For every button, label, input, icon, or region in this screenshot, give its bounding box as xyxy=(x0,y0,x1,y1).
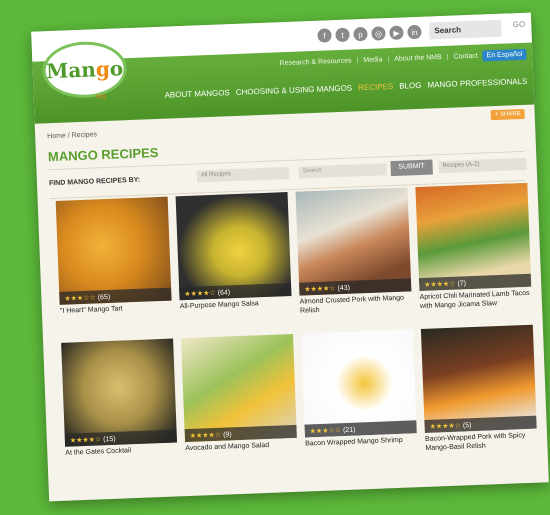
recipe-grid: ★★★☆☆ (65) "I Heart" Mango Tart ★★★★☆ (6… xyxy=(55,182,538,467)
nav-contact[interactable]: Contact xyxy=(453,53,477,61)
recipe-search-input[interactable]: Search xyxy=(298,163,387,179)
share-button[interactable]: + SHARE xyxy=(490,108,525,121)
instagram-icon[interactable]: ◎ xyxy=(371,26,386,41)
recipe-title[interactable]: "I Heart" Mango Tart xyxy=(60,303,172,316)
search-input[interactable]: Search xyxy=(429,19,502,40)
main-nav: ABOUT MANGOS CHOOSING & USING MANGOS REC… xyxy=(164,77,527,100)
sort-select[interactable]: Recipes (A-Z) xyxy=(438,157,527,174)
filter-label: FIND MANGO RECIPES BY: xyxy=(48,176,141,188)
nav-mango-professionals[interactable]: MANGO PROFESSIONALS xyxy=(427,77,527,90)
category-select[interactable]: All Recipes xyxy=(196,166,290,183)
recipe-title[interactable]: Avocado and Mango Salad xyxy=(185,440,297,453)
recipe-card[interactable]: ★★★★☆ (43) Almond Crusted Pork with Mang… xyxy=(295,187,412,315)
espanol-button[interactable]: En Español xyxy=(482,48,527,62)
recipe-photo[interactable]: ★★★★☆ (9) xyxy=(181,333,297,443)
recipe-photo[interactable]: ★★★★☆ (7) xyxy=(415,182,532,292)
social-icons: f t p ◎ ▶ in xyxy=(317,24,422,43)
recipe-title[interactable]: Almond Crusted Pork with Mango Relish xyxy=(300,293,413,315)
search-go-button[interactable]: GO xyxy=(513,20,526,29)
logo-suffix: .org xyxy=(93,92,106,101)
logo-text: Mango xyxy=(45,56,124,84)
recipe-title[interactable]: Apricot Chili Marinated Lamb Tacos with … xyxy=(419,289,532,311)
recipe-card[interactable]: ★★★★☆ (7) Apricot Chili Marinated Lamb T… xyxy=(415,182,532,311)
recipe-card[interactable]: ★★★★☆ (5) Bacon-Wrapped Pork with Spicy … xyxy=(420,324,538,453)
submit-button[interactable]: SUBMIT xyxy=(390,159,433,177)
recipe-photo[interactable]: ★★★☆☆ (21) xyxy=(300,329,417,438)
recipe-photo[interactable]: ★★★★☆ (43) xyxy=(295,187,412,296)
recipe-photo[interactable]: ★★★★☆ (5) xyxy=(420,324,537,433)
nav-about-nmb[interactable]: About the NMB xyxy=(394,54,442,63)
twitter-icon[interactable]: t xyxy=(335,27,350,43)
recipe-card[interactable]: ★★★★☆ (15) At the Gates Cocktail xyxy=(61,338,178,467)
nav-recipes[interactable]: RECIPES xyxy=(358,82,393,92)
recipe-title[interactable]: All-Purpose Mango Salsa xyxy=(180,298,292,311)
pinterest-icon[interactable]: p xyxy=(353,26,368,42)
recipe-title[interactable]: At the Gates Cocktail xyxy=(65,444,177,457)
nav-research[interactable]: Research & Resources xyxy=(279,57,351,67)
breadcrumb[interactable]: Home / Recipes xyxy=(47,131,97,140)
facebook-icon[interactable]: f xyxy=(317,28,332,43)
recipe-card[interactable]: ★★★★☆ (9) Avocado and Mango Salad xyxy=(181,333,298,462)
recipe-photo[interactable]: ★★★★☆ (15) xyxy=(61,338,178,447)
nav-choosing-using[interactable]: CHOOSING & USING MANGOS xyxy=(236,83,353,96)
recipe-photo[interactable]: ★★★★☆ (64) xyxy=(175,192,292,301)
recipe-card[interactable]: ★★★☆☆ (65) "I Heart" Mango Tart xyxy=(55,196,173,325)
nav-about-mangos[interactable]: ABOUT MANGOS xyxy=(164,88,230,99)
nav-blog[interactable]: BLOG xyxy=(399,81,422,91)
linkedin-icon[interactable]: in xyxy=(407,24,422,40)
recipe-photo[interactable]: ★★★☆☆ (65) xyxy=(55,196,172,305)
utility-nav: Research & Resources | Media | About the N… xyxy=(279,48,527,69)
recipe-card[interactable]: ★★★★☆ (64) All-Purpose Mango Salsa xyxy=(175,192,293,320)
recipe-card[interactable]: ★★★☆☆ (21) Bacon Wrapped Mango Shrimp xyxy=(300,329,418,457)
youtube-icon[interactable]: ▶ xyxy=(389,25,404,41)
nav-media[interactable]: Media xyxy=(363,56,382,64)
recipe-title[interactable]: Bacon Wrapped Mango Shrimp xyxy=(305,435,417,448)
